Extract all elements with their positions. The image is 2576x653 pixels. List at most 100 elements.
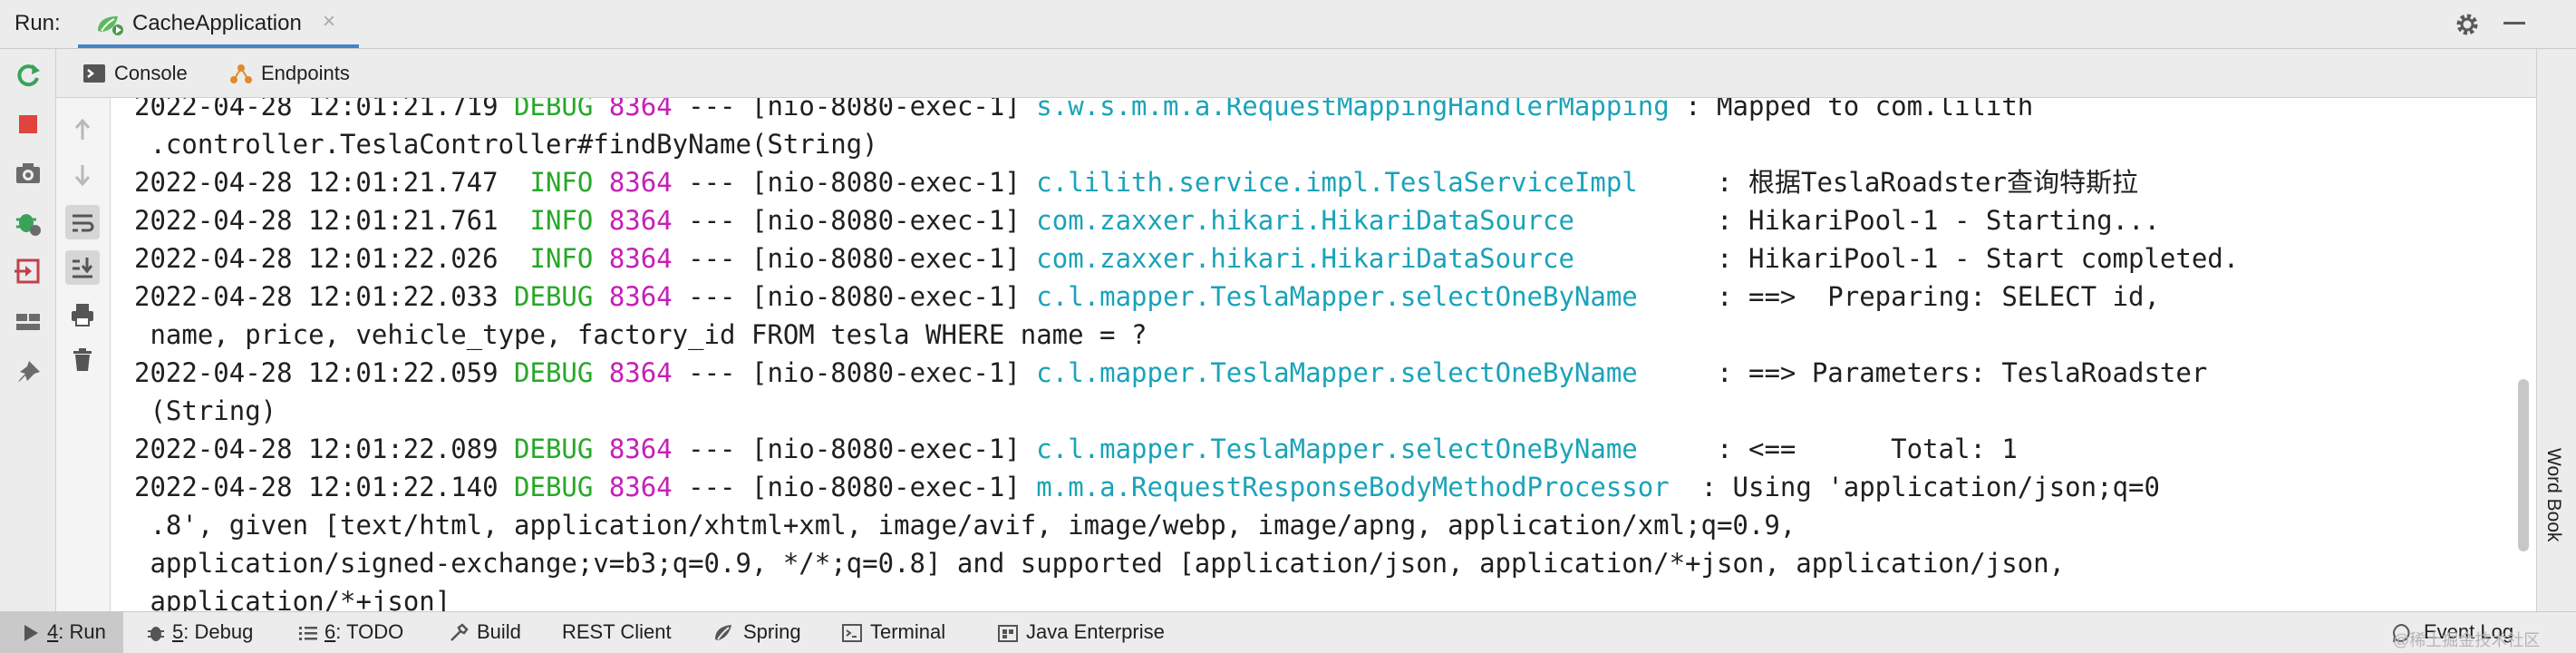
bottom-tab-terminal[interactable]: Terminal [839, 612, 975, 653]
log-separator: --- [688, 98, 736, 122]
soft-wrap-icon[interactable] [65, 205, 100, 239]
arrow-down-icon[interactable] [65, 158, 100, 192]
trash-icon[interactable] [65, 343, 100, 377]
console-scrollbar[interactable] [2511, 98, 2536, 611]
console-line: name, price, vehicle_type, factory_id FR… [134, 316, 2239, 354]
log-timestamp: 2022-04-28 12:01:21.747 [134, 167, 499, 198]
log-thread: [nio-8080-exec-1] [751, 472, 1021, 502]
log-message: : Using 'application/json;q=0 [1685, 472, 2160, 502]
log-level: DEBUG [514, 281, 594, 312]
log-level: INFO [514, 205, 594, 236]
log-separator: --- [688, 243, 736, 274]
log-pid: 8364 [608, 167, 673, 198]
log-pid: 8364 [608, 98, 673, 122]
bottom-tab-run[interactable]: 4: Run [0, 612, 123, 653]
close-icon[interactable]: × [323, 9, 335, 34]
log-thread: [nio-8080-exec-1] [751, 167, 1021, 198]
stop-icon[interactable] [13, 109, 44, 140]
run-tab-cache-application[interactable]: CacheApplication × [78, 0, 359, 48]
right-tool-strip: Word Book [2536, 49, 2576, 611]
console-subtab-bar: Console Endpoints [56, 49, 2576, 98]
log-level: DEBUG [514, 98, 594, 122]
bottom-tab-todo-key: 6 [324, 620, 336, 643]
console-line: 2022-04-28 12:01:22.059 DEBUG 8364 --- [… [134, 354, 2239, 392]
bottom-tab-rest-client-label: REST Client [562, 620, 672, 643]
log-timestamp: 2022-04-28 12:01:22.033 [134, 281, 499, 312]
console-log-lines: 2022-04-28 12:01:21.719 DEBUG 8364 --- [… [134, 98, 2239, 611]
log-logger: c.l.mapper.TeslaMapper.selectOneByName [1036, 434, 1670, 464]
bottom-tab-run-label: : Run [58, 620, 106, 643]
console-line: application/signed-exchange;v=b3;q=0.9, … [134, 544, 2239, 582]
tab-console[interactable]: Console [82, 49, 218, 97]
log-thread: [nio-8080-exec-1] [751, 281, 1021, 312]
log-timestamp: 2022-04-28 12:01:22.140 [134, 472, 499, 502]
log-continuation: (String) [150, 395, 277, 426]
scroll-to-end-icon[interactable] [65, 250, 100, 285]
log-message: : <== Total: 1 [1685, 434, 2018, 464]
log-level: DEBUG [514, 357, 594, 388]
bottom-tool-window-bar: 4: Run 5: Debug 6: TODO Build REST Clien… [0, 611, 2576, 653]
bottom-tab-terminal-label: Terminal [870, 620, 946, 643]
log-separator: --- [688, 472, 736, 502]
run-tab-label: CacheApplication [132, 11, 302, 35]
log-separator: --- [688, 205, 736, 236]
bottom-tab-rest-client[interactable]: REST Client [558, 612, 703, 653]
log-pid: 8364 [608, 434, 673, 464]
log-level: INFO [514, 167, 594, 198]
arrow-up-icon[interactable] [65, 112, 100, 147]
bottom-tab-debug[interactable]: 5: Debug [136, 612, 272, 653]
log-pid: 8364 [608, 472, 673, 502]
log-separator: --- [688, 167, 736, 198]
log-message: : HikariPool-1 - Start completed. [1685, 243, 2240, 274]
log-pid: 8364 [608, 281, 673, 312]
tab-endpoints-label: Endpoints [261, 62, 350, 84]
bottom-tab-run-key: 4 [47, 620, 59, 643]
console-output[interactable]: 2022-04-28 12:01:21.719 DEBUG 8364 --- [… [111, 98, 2511, 611]
log-thread: [nio-8080-exec-1] [751, 243, 1021, 274]
log-continuation: application/signed-exchange;v=b3;q=0.9, … [150, 548, 2066, 579]
bottom-tab-todo[interactable]: 6: TODO [288, 612, 415, 653]
bottom-tab-build-label: Build [477, 620, 521, 643]
spring-icon [712, 622, 734, 644]
log-pid: 8364 [608, 205, 673, 236]
exit-icon[interactable] [13, 256, 44, 287]
tab-console-label: Console [114, 62, 188, 84]
console-line: application/*+json] [134, 582, 2239, 611]
console-line: 2022-04-28 12:01:21.761 INFO 8364 --- [n… [134, 201, 2239, 239]
log-thread: [nio-8080-exec-1] [751, 357, 1021, 388]
log-message: : ==> Preparing: SELECT id, [1685, 281, 2160, 312]
gear-icon[interactable] [2453, 10, 2482, 39]
camera-icon[interactable] [13, 158, 44, 189]
bottom-tab-java-enterprise[interactable]: Java Enterprise [995, 612, 1195, 653]
rerun-icon[interactable] [13, 60, 44, 91]
log-level: DEBUG [514, 434, 594, 464]
debug-icon [145, 622, 167, 644]
log-timestamp: 2022-04-28 12:01:22.059 [134, 357, 499, 388]
log-message: : ==> Parameters: TeslaRoadster [1685, 357, 2208, 388]
tab-endpoints[interactable]: Endpoints [228, 49, 383, 97]
todo-icon [297, 622, 319, 644]
bottom-tab-java-enterprise-label: Java Enterprise [1026, 620, 1165, 643]
log-message: : 根据TeslaRoadster查询特斯拉 [1685, 167, 2138, 198]
log-level: DEBUG [514, 472, 594, 502]
java-enterprise-icon [997, 622, 1019, 644]
log-separator: --- [688, 357, 736, 388]
log-timestamp: 2022-04-28 12:01:22.089 [134, 434, 499, 464]
console-toolbar [56, 98, 111, 611]
run-icon [20, 622, 42, 644]
log-timestamp: 2022-04-28 12:01:22.026 [134, 243, 499, 274]
bottom-tab-spring-label: Spring [743, 620, 801, 643]
scrollbar-thumb[interactable] [2518, 379, 2529, 551]
run-label: Run: [15, 11, 61, 35]
log-continuation: application/*+json] [150, 586, 451, 611]
run-left-toolbar [0, 49, 56, 611]
print-icon[interactable] [65, 297, 100, 332]
bottom-tab-build[interactable]: Build [441, 612, 549, 653]
log-logger: c.l.mapper.TeslaMapper.selectOneByName [1036, 357, 1670, 388]
bottom-tab-spring[interactable]: Spring [709, 612, 827, 653]
minimize-icon[interactable] [2503, 22, 2525, 24]
bottom-tab-todo-label: : TODO [335, 620, 404, 643]
pin-icon[interactable] [13, 357, 44, 388]
debug-bug-icon[interactable] [13, 207, 44, 238]
layout-icon[interactable] [13, 307, 44, 337]
